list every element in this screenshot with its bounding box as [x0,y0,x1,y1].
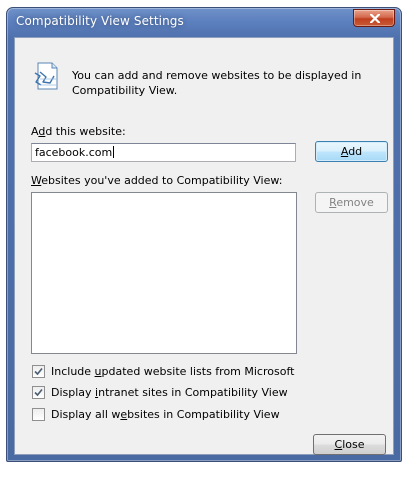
close-button[interactable]: Close [313,434,386,455]
compatibility-view-icon [34,62,58,90]
display-all-websites-label[interactable]: Display all websites in Compatibility Vi… [51,408,280,421]
text-caret [113,146,115,158]
window-close-button[interactable] [353,9,395,27]
info-text: You can add and remove websites to be di… [72,69,362,97]
checkmark-icon [34,367,43,376]
add-website-input-value: facebook.com [35,146,113,159]
websites-listbox[interactable] [31,192,297,354]
display-intranet-label[interactable]: Display intranet sites in Compatibility … [51,386,288,399]
display-intranet-checkbox[interactable] [32,386,45,399]
dialog-body: You can add and remove websites to be di… [14,37,394,455]
include-updated-lists-checkbox[interactable] [32,365,45,378]
add-website-label: Add this website: [31,125,126,138]
window-title: Compatibility View Settings [16,14,184,28]
add-button[interactable]: Add [315,141,388,162]
display-all-websites-checkbox[interactable] [32,408,45,421]
add-website-input[interactable]: facebook.com [31,143,296,162]
dialog-window: Compatibility View Settings You can add … [6,7,402,462]
checkmark-icon [34,388,43,397]
close-icon [370,14,380,23]
websites-list-label: Websites you've added to Compatibility V… [31,174,283,187]
remove-button: Remove [315,192,388,213]
include-updated-lists-label[interactable]: Include updated website lists from Micro… [51,365,294,378]
